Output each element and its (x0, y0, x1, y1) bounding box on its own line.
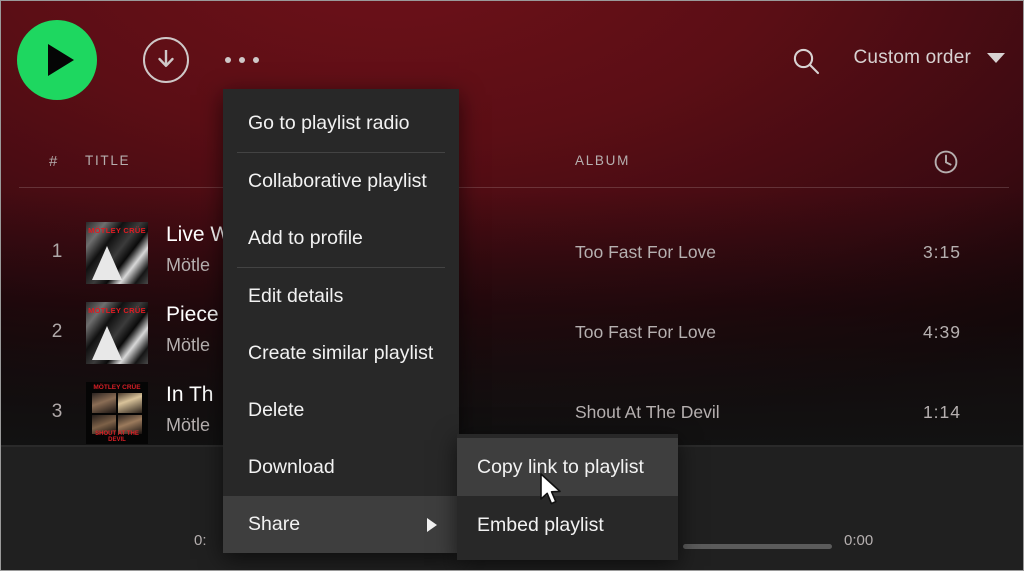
progress-bar[interactable] (683, 544, 832, 549)
table-row[interactable]: 2 MÖTLEY CRÜE Piece Mötle Too Fast For L… (19, 293, 1009, 373)
menu-item-label: Create similar playlist (248, 342, 433, 364)
menu-item-share[interactable]: Share (223, 496, 459, 553)
menu-item-label: Download (248, 456, 335, 478)
track-number: 1 (47, 241, 67, 263)
download-button[interactable] (143, 37, 189, 83)
menu-item-label: Embed playlist (477, 514, 604, 536)
play-icon (48, 44, 74, 76)
track-number: 3 (47, 401, 67, 423)
chevron-down-icon (987, 53, 1005, 63)
track-duration: 3:15 (923, 242, 961, 263)
tracklist-column-header: # TITLE ALBUM (19, 149, 1007, 187)
clock-icon (933, 149, 959, 178)
track-duration: 1:14 (923, 402, 961, 423)
chevron-right-icon (427, 518, 437, 532)
play-button[interactable] (17, 20, 97, 100)
menu-item-collaborative-playlist[interactable]: Collaborative playlist (223, 153, 459, 210)
menu-item-delete[interactable]: Delete (223, 382, 459, 439)
table-row[interactable]: 1 MÖTLEY CRÜE Live W Mötle Too Fast For … (19, 213, 1009, 293)
share-submenu: Copy link to playlist Embed playlist (457, 434, 678, 560)
menu-item-copy-link-to-playlist[interactable]: Copy link to playlist (457, 438, 678, 496)
track-number: 2 (47, 321, 67, 343)
more-options-button[interactable] (225, 49, 271, 71)
menu-item-edit-details[interactable]: Edit details (223, 268, 459, 325)
column-header-title: TITLE (85, 153, 130, 168)
album-art: MÖTLEY CRÜE (86, 222, 148, 284)
track-album: Too Fast For Love (575, 322, 716, 343)
menu-item-create-similar-playlist[interactable]: Create similar playlist (223, 325, 459, 382)
column-header-number: # (49, 153, 57, 170)
track-artist: Mötle (166, 255, 210, 276)
elapsed-time: 0: (194, 532, 207, 549)
mouse-cursor (539, 473, 565, 512)
track-title: Live W (166, 223, 230, 247)
album-art: MÖTLEY CRÜE SHOUT AT THE DEVIL (86, 382, 148, 444)
menu-item-add-to-profile[interactable]: Add to profile (223, 210, 459, 267)
ellipsis-dot-icon (225, 57, 231, 63)
search-button[interactable] (790, 45, 822, 77)
menu-item-label: Add to profile (248, 227, 363, 249)
track-duration: 4:39 (923, 322, 961, 343)
column-header-album: ALBUM (575, 153, 630, 168)
menu-item-label: Delete (248, 399, 304, 421)
menu-item-download[interactable]: Download (223, 439, 459, 496)
album-art-shout-at-the-devil: MÖTLEY CRÜE SHOUT AT THE DEVIL (86, 382, 148, 444)
sort-order-dropdown[interactable]: Custom order (854, 47, 1006, 69)
spotify-playlist-window: Custom order # TITLE ALBUM 1 MÖTLEY CRÜE… (0, 0, 1024, 571)
menu-item-go-to-playlist-radio[interactable]: Go to playlist radio (223, 95, 459, 152)
sort-order-label: Custom order (854, 47, 972, 69)
total-time: 0:00 (844, 532, 873, 549)
track-album: Too Fast For Love (575, 242, 716, 263)
ellipsis-dot-icon (239, 57, 245, 63)
track-artist: Mötle (166, 335, 210, 356)
menu-item-label: Go to playlist radio (248, 112, 410, 134)
track-album: Shout At The Devil (575, 402, 720, 423)
menu-item-label: Edit details (248, 285, 343, 307)
menu-item-label: Collaborative playlist (248, 170, 427, 192)
menu-item-label: Share (248, 513, 300, 535)
album-art: MÖTLEY CRÜE (86, 302, 148, 364)
ellipsis-dot-icon (253, 57, 259, 63)
menu-item-embed-playlist[interactable]: Embed playlist (457, 496, 678, 554)
track-artist: Mötle (166, 415, 210, 436)
tracklist-divider (19, 187, 1009, 188)
search-icon (790, 45, 822, 77)
playlist-context-menu: Go to playlist radio Collaborative playl… (223, 89, 459, 553)
track-title: In Th (166, 383, 213, 407)
download-arrow-icon (154, 48, 178, 72)
track-title: Piece (166, 303, 219, 327)
